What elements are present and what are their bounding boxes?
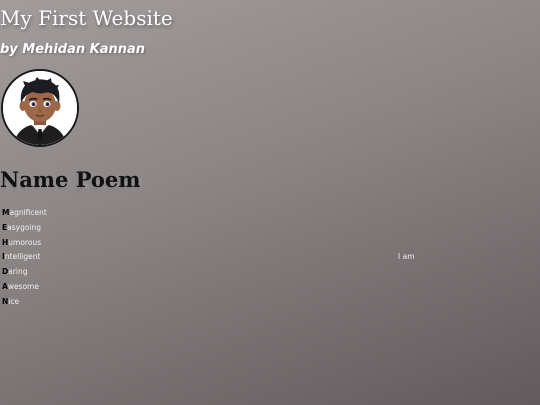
name-poem-list: Magnificent Easygoing Humorous Intellige…	[2, 206, 540, 310]
site-title: My First Website	[0, 6, 173, 30]
poem-word: agnificent	[9, 208, 47, 217]
poem-line: Daring	[2, 265, 540, 280]
poem-line: Awesome	[2, 280, 540, 295]
poem-word: asygoing	[7, 222, 42, 232]
poem-line: Easygoing	[2, 221, 540, 236]
poem-line: Humorous	[2, 236, 540, 251]
poem-word: wesome	[7, 281, 39, 291]
name-poem-heading: Name Poem	[0, 167, 141, 192]
poem-side-note: I am	[398, 252, 415, 262]
poem-line: Magnificent	[2, 206, 540, 221]
poem-word: umorous	[8, 237, 42, 247]
profile-avatar	[1, 69, 79, 147]
poem-line: Nice	[2, 295, 540, 310]
author-byline: by Mehidan Kannan	[0, 42, 146, 57]
poem-word: ice	[8, 296, 20, 306]
boy-avatar-icon	[3, 71, 77, 145]
poem-word: ntelligent	[4, 252, 41, 262]
poem-line: Intelligent I am	[2, 250, 540, 265]
poem-word: aring	[8, 267, 28, 277]
